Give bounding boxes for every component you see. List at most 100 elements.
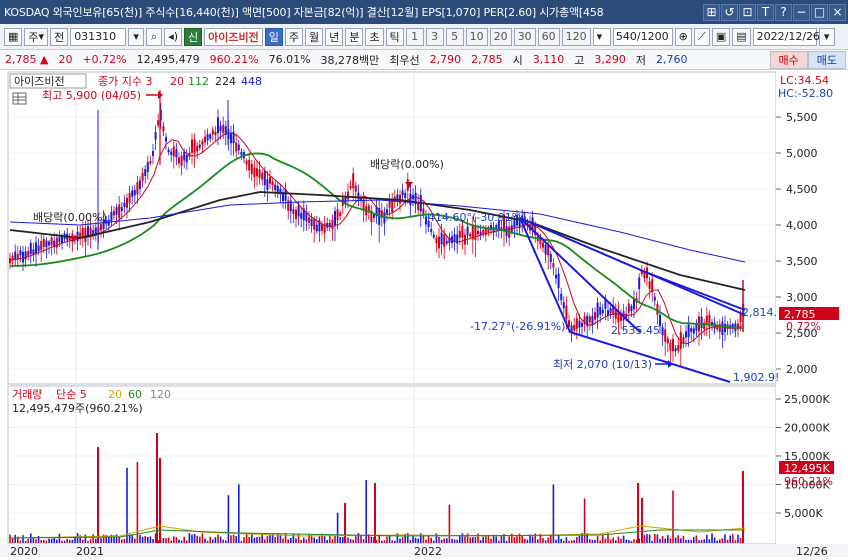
volume-bar	[206, 540, 209, 543]
volume-bar	[459, 536, 461, 543]
volume-bar	[674, 537, 677, 543]
candle-body	[555, 274, 557, 279]
turnover-rate: 76.01%	[268, 53, 311, 66]
candle-body	[100, 224, 102, 231]
volume-bar	[11, 538, 14, 543]
candle-body	[27, 251, 30, 256]
volume-spike	[637, 483, 639, 543]
draw-tool-icon[interactable]: ⟋	[693, 27, 710, 46]
candle-body	[677, 345, 680, 351]
candle-body	[154, 132, 157, 140]
volume-bar	[266, 535, 269, 543]
candle-body	[565, 305, 568, 319]
interval-30[interactable]: 30	[513, 27, 536, 46]
volume-bar	[48, 538, 50, 543]
volume-bar	[147, 537, 149, 543]
candle-body	[178, 157, 180, 164]
period-minute[interactable]: 분	[345, 27, 364, 46]
text-icon[interactable]: T	[757, 3, 774, 21]
stock-code-input[interactable]: 031310	[70, 27, 127, 46]
search-icon[interactable]: ⌕	[146, 27, 163, 46]
candle-body	[110, 212, 113, 222]
candle-body	[310, 218, 313, 227]
buy-button[interactable]: 매수	[769, 50, 808, 69]
candle-body	[131, 190, 134, 197]
minimize-button[interactable]: −	[793, 3, 810, 21]
grid-icon[interactable]: ▦	[4, 27, 23, 46]
window-icon[interactable]: ⊡	[739, 3, 756, 21]
speaker-icon[interactable]: ◂)	[164, 27, 183, 46]
volume-bar	[417, 538, 419, 543]
volume-bar	[355, 536, 357, 543]
ma-112-label: 112	[188, 75, 209, 88]
interval-60[interactable]: 60	[537, 27, 560, 46]
maximize-button[interactable]: □	[811, 3, 828, 21]
candle-body	[591, 316, 594, 325]
candle-body	[133, 190, 136, 196]
volume-bar	[290, 537, 292, 543]
interval-5[interactable]: 5	[445, 27, 464, 46]
interval-10[interactable]: 10	[465, 27, 488, 46]
code-dropdown-icon[interactable]: ▾	[128, 27, 145, 46]
volume-bar	[508, 536, 510, 543]
candle-body	[58, 237, 61, 243]
volume-bar	[40, 539, 42, 543]
interval-120[interactable]: 120	[561, 27, 591, 46]
candle-body	[339, 212, 342, 217]
candle-body	[672, 338, 674, 352]
candle-body	[165, 137, 167, 142]
period-tick[interactable]: 틱	[385, 27, 404, 46]
volume-bar	[672, 490, 674, 543]
volume-bar	[547, 537, 549, 543]
interval-1[interactable]: 1	[405, 27, 424, 46]
candle-body	[308, 217, 310, 223]
x-label-end: 12/26	[796, 545, 828, 557]
stock-chart[interactable]: 아이즈비전 종가 지수 3 20 112 224 448 LC:34.54 HC…	[0, 70, 848, 558]
save-icon[interactable]: ▣	[711, 27, 731, 46]
volume-bar	[516, 535, 518, 543]
candle-body	[253, 167, 256, 178]
interval-dropdown[interactable]: ▾	[592, 27, 611, 46]
candle-body	[217, 117, 219, 134]
sell-button[interactable]: 매도	[807, 50, 846, 69]
candle-body	[206, 134, 209, 141]
period-week[interactable]: 주	[284, 27, 303, 46]
volume-bar	[144, 536, 146, 543]
candle-body	[313, 218, 316, 230]
candle-body	[126, 197, 128, 208]
zoom-icon[interactable]: ⊕	[674, 27, 692, 46]
table-icon[interactable]	[12, 92, 27, 105]
period-month[interactable]: 월	[305, 27, 324, 46]
count-field[interactable]: 540/1200	[612, 27, 673, 46]
layout-icon[interactable]: ⊞	[703, 3, 720, 21]
volume-bar	[56, 539, 58, 543]
date-dropdown-icon[interactable]: ▾	[818, 27, 835, 46]
volume-bar	[326, 540, 328, 543]
period-day[interactable]: 일	[264, 27, 283, 46]
help-icon[interactable]: ?	[775, 3, 792, 21]
close-button[interactable]: ×	[829, 3, 846, 21]
candle-body	[180, 155, 183, 166]
volume-bar	[446, 538, 448, 543]
candle-body	[445, 241, 448, 244]
refresh-icon[interactable]: ↺	[721, 3, 738, 21]
interval-20[interactable]: 20	[489, 27, 512, 46]
volume-bar	[513, 537, 516, 543]
interval-3[interactable]: 3	[425, 27, 444, 46]
volume-bar	[9, 534, 11, 543]
candle-body	[240, 151, 243, 156]
current-price: 2,785 ▲	[5, 53, 49, 66]
date-field[interactable]: 2022/12/26	[752, 27, 820, 46]
volume-bar	[357, 533, 360, 543]
volume-bar	[235, 536, 237, 543]
period-year[interactable]: 년	[325, 27, 344, 46]
prev-button[interactable]: 전	[50, 27, 69, 46]
period-second[interactable]: 초	[365, 27, 384, 46]
volume-bar	[238, 484, 240, 543]
volume-bar	[487, 535, 490, 543]
volume-bar	[433, 540, 435, 543]
candle-body	[315, 224, 318, 232]
calendar-icon[interactable]: ▤	[732, 27, 751, 46]
volume-bar	[19, 540, 22, 543]
market-select[interactable]: 주 ▾	[24, 27, 49, 46]
